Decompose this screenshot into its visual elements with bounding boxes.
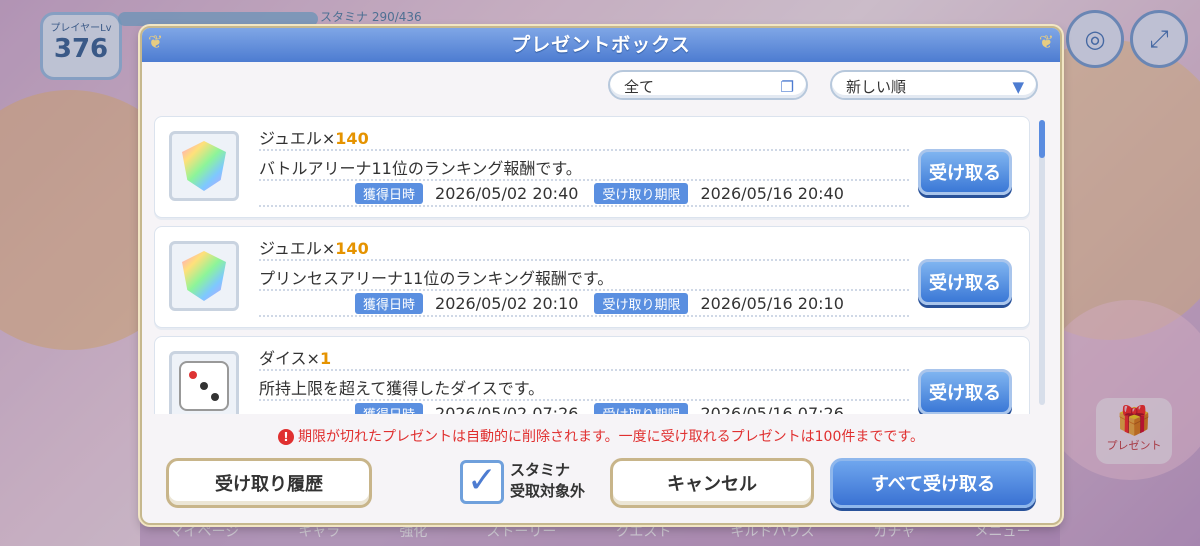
divider	[259, 315, 909, 317]
claim-button[interactable]: 受け取る	[918, 369, 1012, 414]
item-name-text: ダイス×	[259, 349, 320, 368]
stamina-exclude-checkbox[interactable]: ✓	[460, 460, 504, 504]
sort-order-dropdown[interactable]: 新しい順 ▼	[830, 70, 1038, 100]
obtained-date: 2026/05/02 20:40	[435, 184, 579, 203]
item-name: ジュエル×140	[259, 235, 369, 259]
filter-type-dropdown[interactable]: 全て ❐	[608, 70, 808, 100]
divider	[259, 149, 909, 151]
item-description: プリンセスアリーナ11位のランキング報酬です。	[259, 269, 614, 288]
warning-text: 期限が切れたプレゼントは自動的に削除されます。一度に受け取れるプレゼントは100…	[298, 429, 924, 445]
deadline-label: 受け取り期限	[594, 293, 689, 314]
jewel-icon	[182, 141, 226, 191]
deadline-date: 2026/05/16 07:26	[700, 404, 844, 414]
divider	[259, 179, 909, 181]
item-dates: 獲得日時 2026/05/02 20:10 受け取り期限 2026/05/16 20:…	[355, 293, 860, 314]
list-item: ジュエル×140 バトルアリーナ11位のランキング報酬です。 獲得日時 2026/…	[154, 116, 1030, 218]
list-scrollbar[interactable]	[1039, 120, 1045, 405]
deadline-label: 受け取り期限	[594, 183, 689, 204]
present-list[interactable]: ジュエル×140 バトルアリーナ11位のランキング報酬です。 獲得日時 2026/…	[154, 116, 1032, 414]
stamina-exclude-label[interactable]: スタミナ 受取対象外	[510, 460, 585, 502]
deadline-label: 受け取り期限	[594, 403, 689, 414]
history-button[interactable]: 受け取り履歴	[166, 458, 372, 508]
jewel-icon	[182, 251, 226, 301]
obtained-date: 2026/05/02 07:26	[435, 404, 579, 414]
item-dates: 獲得日時 2026/05/02 07:26 受け取り期限 2026/05/16 07:…	[355, 403, 860, 414]
divider	[259, 399, 909, 401]
present-box-dialog: プレゼントボックス ❦ ❦ 全て ❐ 新しい順 ▼ ジュエル×140 バトルアリ…	[140, 26, 1062, 525]
sort-order-value: 新しい順	[846, 78, 907, 96]
ornament-icon: ❦	[148, 32, 164, 53]
list-item: ジュエル×140 プリンセスアリーナ11位のランキング報酬です。 獲得日時 202…	[154, 226, 1030, 328]
item-name: ジュエル×140	[259, 125, 369, 149]
item-description: バトルアリーナ11位のランキング報酬です。	[259, 159, 582, 178]
window-icon: ❐	[780, 78, 794, 96]
item-quantity: 1	[319, 349, 332, 368]
item-thumbnail	[169, 241, 239, 311]
item-name-text: ジュエル×	[259, 129, 336, 148]
obtained-label: 獲得日時	[355, 293, 424, 314]
stamina-exclude-label-line1: スタミナ	[510, 461, 571, 479]
claim-all-button[interactable]: すべて受け取る	[830, 458, 1036, 508]
chevron-down-icon: ▼	[1012, 78, 1024, 96]
item-quantity: 140	[335, 129, 369, 148]
item-name: ダイス×1	[259, 345, 331, 369]
filter-type-value: 全て	[624, 78, 655, 96]
dice-icon	[179, 361, 229, 411]
deadline-date: 2026/05/16 20:40	[700, 184, 844, 203]
scrollbar-thumb[interactable]	[1039, 120, 1045, 158]
obtained-date: 2026/05/02 20:10	[435, 294, 579, 313]
divider	[259, 259, 909, 261]
deadline-date: 2026/05/16 20:10	[700, 294, 844, 313]
list-item: ダイス×1 所持上限を超えて獲得したダイスです。 獲得日時 2026/05/02 …	[154, 336, 1030, 414]
checkmark-icon: ✓	[466, 460, 498, 501]
divider	[259, 369, 909, 371]
item-thumbnail	[169, 131, 239, 201]
alert-icon: !	[278, 429, 295, 445]
claim-button[interactable]: 受け取る	[918, 259, 1012, 305]
divider	[259, 205, 909, 207]
ornament-icon: ❦	[1038, 32, 1054, 53]
item-thumbnail	[169, 351, 239, 414]
item-dates: 獲得日時 2026/05/02 20:40 受け取り期限 2026/05/16 20:…	[355, 183, 860, 204]
item-description: 所持上限を超えて獲得したダイスです。	[259, 379, 545, 398]
stamina-exclude-label-line2: 受取対象外	[510, 482, 586, 500]
item-name-text: ジュエル×	[259, 239, 336, 258]
item-quantity: 140	[335, 239, 369, 258]
cancel-button[interactable]: キャンセル	[610, 458, 814, 508]
expiry-warning: ! 期限が切れたプレゼントは自動的に削除されます。一度に受け取れるプレゼントは10…	[142, 426, 1060, 446]
divider	[259, 289, 909, 291]
obtained-label: 獲得日時	[355, 183, 424, 204]
claim-button[interactable]: 受け取る	[918, 149, 1012, 195]
obtained-label: 獲得日時	[355, 403, 424, 414]
dialog-title: プレゼントボックス	[142, 28, 1060, 62]
